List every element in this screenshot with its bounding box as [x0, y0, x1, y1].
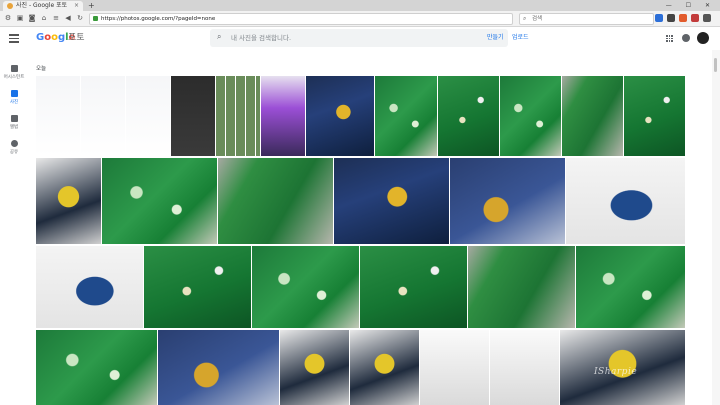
watermark: ISharpie: [594, 367, 638, 377]
reload-icon[interactable]: ↻: [76, 14, 84, 22]
photo-thumbnail[interactable]: [36, 246, 143, 328]
photos-icon: [10, 90, 18, 97]
scrollbar-track[interactable]: [712, 50, 720, 405]
photo-thumbnail[interactable]: [81, 76, 125, 156]
sidebar-item-label: 공유: [9, 150, 19, 155]
bell-icon[interactable]: [682, 34, 690, 42]
browser-toolbar: ⚙ ▣ ◙ ⌂ ≡ ◀ ↻ https://photos.google.com/…: [0, 11, 720, 27]
product-name: 포토: [68, 33, 85, 43]
apps-grid-icon[interactable]: [666, 35, 673, 42]
address-bar[interactable]: https://photos.google.com/?pageId=none: [89, 13, 513, 25]
photo-thumbnail[interactable]: [252, 246, 359, 328]
upload-link[interactable]: 업로드: [512, 34, 529, 42]
avatar[interactable]: [697, 32, 709, 44]
photo-thumbnail[interactable]: [566, 158, 685, 244]
search-icon: ⌕: [523, 15, 527, 22]
browser-search-box[interactable]: ⌕ 검색: [519, 13, 654, 25]
photo-thumbnail[interactable]: [171, 76, 215, 156]
extension-icon[interactable]: [667, 14, 675, 22]
sidebar-item-label: 사진: [9, 100, 19, 105]
browser-menu-icon[interactable]: [703, 14, 711, 22]
sidebar-item-label: 앨범: [9, 125, 19, 130]
photo-thumbnail[interactable]: [468, 246, 575, 328]
photo-thumbnail[interactable]: [334, 158, 449, 244]
home-icon[interactable]: ⌂: [40, 14, 48, 22]
photo-thumbnail[interactable]: [306, 76, 374, 156]
scrollbar-thumb[interactable]: [714, 58, 717, 72]
back-icon[interactable]: ◀: [64, 14, 72, 22]
photo-thumbnail[interactable]: [360, 246, 467, 328]
photo-thumbnail[interactable]: [102, 158, 217, 244]
photo-thumbnail[interactable]: [36, 158, 101, 244]
search-placeholder: 내 사진을 검색합니다.: [231, 34, 292, 42]
sidebar-item-label: 어시스턴트: [3, 75, 25, 80]
settings-icon[interactable]: ⚙: [4, 14, 12, 22]
download-icon[interactable]: [655, 14, 663, 22]
sidebar-item-sharing[interactable]: 공유: [0, 140, 28, 155]
photo-thumbnail[interactable]: [450, 158, 565, 244]
photo-thumbnail[interactable]: [218, 158, 333, 244]
photo-thumbnail[interactable]: [420, 330, 489, 405]
extension-icon[interactable]: [691, 14, 699, 22]
photo-thumbnail[interactable]: [158, 330, 279, 405]
search-icon: ⌕: [217, 32, 222, 41]
window-controls[interactable]: — ☐ ✕: [666, 0, 716, 11]
browser-search-placeholder: 검색: [532, 16, 543, 22]
tab-title: 사진 - Google 포토: [16, 2, 68, 9]
browser-tab-bar: 사진 - Google 포토 × + — ☐ ✕: [0, 0, 720, 11]
sharing-icon: [10, 140, 18, 147]
url-text: https://photos.google.com/?pageId=none: [101, 16, 216, 22]
assistant-icon: [10, 65, 18, 72]
photo-thumbnail[interactable]: [375, 76, 437, 156]
photo-thumbnail[interactable]: [490, 330, 559, 405]
rss-icon[interactable]: ≡: [52, 14, 60, 22]
create-link[interactable]: 만들기: [487, 34, 504, 42]
photo-thumbnail[interactable]: [438, 76, 499, 156]
new-tab-button[interactable]: +: [88, 0, 95, 11]
photo-thumbnail[interactable]: [261, 76, 305, 156]
photo-thumbnail[interactable]: [126, 76, 170, 156]
sidebar-item-assistant[interactable]: 어시스턴트: [0, 65, 28, 80]
extension-icon[interactable]: [679, 14, 687, 22]
photo-search-input[interactable]: ⌕ 내 사진을 검색합니다.: [210, 29, 508, 47]
save-icon[interactable]: ▣: [16, 14, 24, 22]
favicon-icon: [7, 3, 13, 9]
camera-icon[interactable]: ◙: [28, 14, 36, 22]
tab-close-icon[interactable]: ×: [74, 1, 79, 11]
date-heading: 오늘: [36, 66, 47, 72]
sidebar: 어시스턴트 사진 앨범 공유: [0, 60, 28, 405]
lock-icon: [93, 16, 98, 21]
photo-thumbnail[interactable]: [280, 330, 349, 405]
photo-thumbnail[interactable]: [576, 246, 685, 328]
photo-thumbnail[interactable]: [562, 76, 623, 156]
photo-grid: 오늘: [28, 50, 712, 405]
photo-thumbnail[interactable]: [500, 76, 561, 156]
photo-thumbnail[interactable]: [350, 330, 419, 405]
sidebar-item-albums[interactable]: 앨범: [0, 115, 28, 130]
photo-thumbnail[interactable]: [36, 76, 80, 156]
photo-thumbnail[interactable]: [624, 76, 685, 156]
photo-thumbnail[interactable]: [144, 246, 251, 328]
albums-icon: [10, 115, 18, 122]
app-header: Google 포토 ⌕ 내 사진을 검색합니다. 만들기 업로드: [0, 27, 720, 50]
photo-thumbnail[interactable]: [216, 76, 260, 156]
hamburger-icon[interactable]: [9, 34, 19, 43]
browser-tab[interactable]: 사진 - Google 포토 ×: [3, 1, 83, 11]
photo-thumbnail[interactable]: [36, 330, 157, 405]
sidebar-item-photos[interactable]: 사진: [0, 90, 28, 105]
